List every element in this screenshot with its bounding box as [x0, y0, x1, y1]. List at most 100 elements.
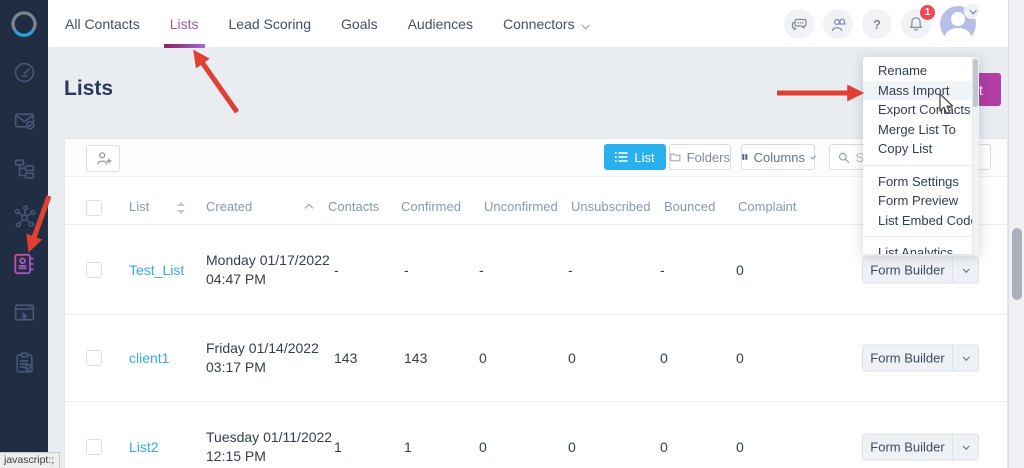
confirmed-cell: 143 — [404, 350, 428, 366]
page-scrollbar-thumb[interactable] — [1011, 228, 1022, 300]
nav-lists[interactable]: Lists — [163, 0, 205, 48]
form-builder-button[interactable]: Form Builder — [862, 344, 952, 372]
menu-item-copy-list[interactable]: Copy List — [863, 139, 979, 159]
chevron-down-icon — [962, 442, 970, 450]
unconfirmed-cell: 0 — [479, 350, 487, 366]
row-checkbox[interactable] — [86, 261, 102, 278]
nav-lead-scoring[interactable]: Lead Scoring — [229, 0, 312, 48]
menu-scrollbar-track[interactable] — [972, 57, 979, 254]
created-cell: Monday 01/17/2022 04:47 PM — [206, 251, 330, 289]
nav-lead-scoring-label: Lead Scoring — [228, 16, 312, 32]
select-all-checkbox[interactable] — [86, 200, 102, 216]
nav-connectors[interactable]: Connectors — [503, 0, 590, 48]
nav-lists-label: Lists — [169, 16, 199, 32]
notifications-button[interactable]: 1 — [901, 5, 935, 39]
add-contact-icon — [96, 152, 112, 165]
chevron-down-icon — [962, 353, 970, 361]
contacts-cell: - — [334, 261, 339, 278]
menu-item-list-analytics[interactable]: List Analytics — [863, 243, 979, 254]
contacts-cell: 143 — [334, 350, 358, 366]
menu-item-export-contacts[interactable]: Export Contacts — [863, 100, 979, 120]
created-time: 03:17 PM — [206, 359, 266, 375]
page-scrollbar-track[interactable] — [1008, 0, 1024, 468]
menu-divider — [863, 164, 979, 166]
user-avatar[interactable] — [940, 3, 980, 42]
sort-asc-icon[interactable] — [304, 203, 314, 213]
created-cell: Friday 01/14/2022 03:17 PM — [206, 339, 319, 377]
menu-item-form-preview[interactable]: Form Preview — [863, 191, 979, 211]
confirmed-cell: 1 — [404, 439, 412, 455]
col-header-unconfirmed[interactable]: Unconfirmed — [484, 199, 558, 214]
page-title: Lists — [64, 77, 114, 100]
col-header-bounced[interactable]: Bounced — [664, 199, 715, 214]
form-builder-dropdown[interactable] — [952, 433, 979, 461]
refer-friend-button[interactable] — [823, 9, 853, 39]
menu-item-rename[interactable]: Rename — [863, 61, 979, 81]
created-time: 04:47 PM — [206, 270, 266, 287]
nav-goals-label: Goals — [341, 16, 378, 32]
sort-icon[interactable] — [177, 201, 185, 215]
menu-scrollbar-thumb[interactable] — [973, 59, 978, 107]
list-name-link[interactable]: Test_List — [129, 262, 184, 278]
form-builder-split-button: Form Builder — [862, 433, 979, 461]
row-checkbox[interactable] — [86, 439, 102, 455]
nav-all-contacts[interactable]: All Contacts — [65, 0, 140, 48]
view-folders-button[interactable]: Folders — [669, 144, 731, 170]
folder-icon — [670, 153, 681, 162]
created-date: Friday 01/14/2022 — [206, 340, 319, 356]
app-window: All Contacts Lists Lead Scoring Goals Au… — [0, 0, 1024, 468]
add-contact-button[interactable] — [86, 145, 120, 172]
col-header-created[interactable]: Created — [206, 199, 252, 214]
menu-item-form-settings[interactable]: Form Settings — [863, 172, 979, 192]
table-row: List2 Tuesday 01/11/2022 12:15 PM 1 1 0 0… — [65, 402, 1007, 468]
form-builder-dropdown[interactable] — [952, 256, 979, 283]
dashboard-gauge-icon[interactable] — [0, 55, 48, 89]
chat-bubbles-button[interactable] — [784, 9, 814, 39]
account-menu-chevron[interactable] — [964, 3, 980, 19]
topbar: All Contacts Lists Lead Scoring Goals Au… — [48, 0, 1008, 48]
list-name-link[interactable]: client1 — [129, 350, 169, 366]
view-list-button[interactable]: List — [604, 144, 666, 170]
topbar-actions: ? 1 — [784, 0, 980, 48]
nav-goals[interactable]: Goals — [341, 0, 378, 48]
row-checkbox[interactable] — [86, 350, 102, 366]
contacts-book-icon[interactable] — [0, 247, 48, 281]
col-header-contacts[interactable]: Contacts — [328, 199, 379, 214]
col-header-unsubscribed[interactable]: Unsubscribed — [571, 199, 651, 214]
email-campaigns-icon[interactable] — [0, 103, 48, 137]
menu-item-mass-import[interactable]: Mass Import — [863, 80, 979, 100]
nav-audiences[interactable]: Audiences — [408, 0, 473, 48]
col-header-confirmed[interactable]: Confirmed — [401, 199, 461, 214]
col-header-list[interactable]: List — [129, 199, 149, 214]
signup-forms-icon[interactable] — [0, 345, 48, 379]
help-button[interactable]: ? — [862, 9, 892, 39]
chevron-down-icon — [962, 265, 970, 273]
confirmed-cell: - — [404, 261, 409, 278]
unsubscribed-cell: 0 — [568, 439, 576, 455]
columns-dropdown-button[interactable]: Columns — [741, 144, 817, 170]
landing-pages-icon[interactable] — [0, 295, 48, 329]
form-builder-dropdown[interactable] — [952, 344, 979, 372]
created-time: 12:15 PM — [206, 448, 266, 464]
nav-all-contacts-label: All Contacts — [65, 16, 140, 32]
form-builder-button[interactable]: Form Builder — [862, 433, 952, 461]
sidebar — [0, 0, 48, 468]
list-name-link[interactable]: List2 — [129, 439, 159, 455]
table-row: client1 Friday 01/14/2022 03:17 PM 143 14… — [65, 315, 1007, 402]
col-header-complaint[interactable]: Complaint — [738, 199, 797, 214]
notification-badge: 1 — [920, 5, 935, 20]
menu-item-merge-list-to[interactable]: Merge List To — [863, 120, 979, 140]
help-icon: ? — [873, 16, 881, 32]
unsubscribed-cell: 0 — [568, 350, 576, 366]
active-tab-underline — [163, 44, 205, 48]
refer-friend-icon — [831, 18, 846, 31]
integrations-network-icon[interactable] — [0, 199, 48, 233]
bounced-cell: 0 — [660, 350, 668, 366]
form-builder-button[interactable]: Form Builder — [862, 256, 952, 283]
automation-flow-icon[interactable] — [0, 151, 48, 185]
complaint-cell: 0 — [736, 350, 744, 366]
menu-item-list-embed-code[interactable]: List Embed Code — [863, 211, 979, 231]
bounced-cell: - — [660, 261, 665, 278]
created-date: Tuesday 01/11/2022 — [206, 429, 333, 445]
app-logo-icon[interactable] — [0, 6, 48, 42]
